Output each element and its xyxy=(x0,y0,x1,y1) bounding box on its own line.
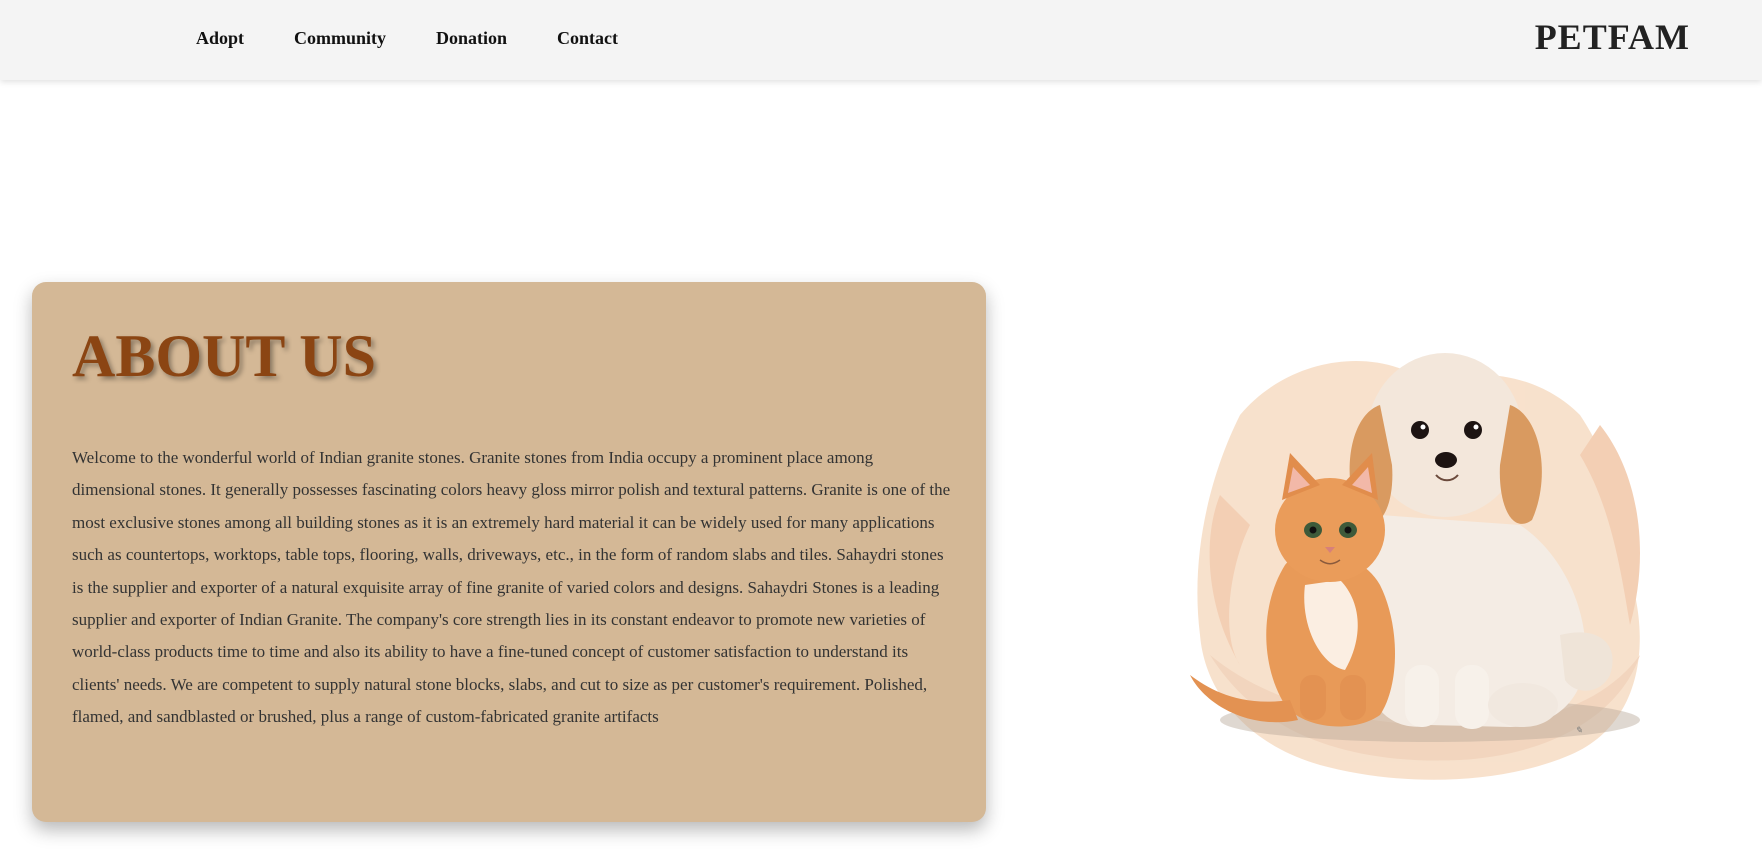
brand-logo[interactable]: PETFAM xyxy=(1535,16,1690,58)
nav-link-donation[interactable]: Donation xyxy=(436,28,507,49)
nav-link-adopt[interactable]: Adopt xyxy=(196,28,244,49)
top-navbar: Adopt Community Donation Contact PETFAM xyxy=(0,0,1762,80)
about-card: ABOUT US Welcome to the wonderful world … xyxy=(32,282,986,822)
svg-text:✎: ✎ xyxy=(1575,725,1583,735)
puppy-and-kitten-icon: ✎ xyxy=(1190,353,1640,780)
about-body-text: Welcome to the wonderful world of Indian… xyxy=(72,448,951,727)
puppy-and-kitten-illustration: ✎ xyxy=(1180,335,1670,795)
nav-links: Adopt Community Donation Contact xyxy=(196,28,668,49)
about-title: ABOUT US xyxy=(72,323,376,389)
nav-link-community[interactable]: Community xyxy=(294,28,386,49)
nav-link-contact[interactable]: Contact xyxy=(557,28,618,49)
